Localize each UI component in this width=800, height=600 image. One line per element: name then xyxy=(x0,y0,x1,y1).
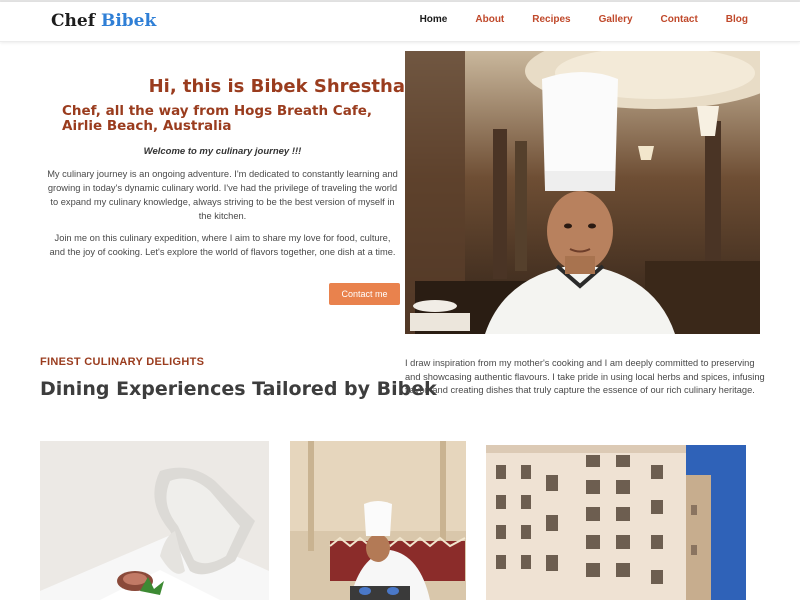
section-eyebrow: FINEST CULINARY DELIGHTS xyxy=(40,356,205,368)
hero-title: Hi, this is Bibek Shrestha xyxy=(148,76,405,97)
main-nav: Home About Recipes Gallery Contact Blog xyxy=(392,14,748,25)
nav-blog[interactable]: Blog xyxy=(726,14,748,25)
site-logo[interactable]: Chef Bibek xyxy=(51,11,156,31)
chef-cooking-image xyxy=(290,441,466,600)
nav-recipes[interactable]: Recipes xyxy=(532,14,570,25)
contact-me-button[interactable]: Contact me xyxy=(329,283,400,305)
logo-text-accent: Bibek xyxy=(100,11,157,31)
nav-gallery[interactable]: Gallery xyxy=(599,14,633,25)
intro-paragraph: My culinary journey is an ongoing advent… xyxy=(47,169,398,221)
section-description: I draw inspiration from my mother's cook… xyxy=(405,358,765,395)
hero-text: Hi, this is Bibek Shrestha Chef, all the… xyxy=(40,76,405,259)
nav-about[interactable]: About xyxy=(475,14,504,25)
site-header: Chef Bibek Home About Recipes Gallery Co… xyxy=(0,2,800,42)
nav-home[interactable]: Home xyxy=(420,14,448,25)
invite-paragraph: Join me on this culinary expedition, whe… xyxy=(49,233,396,257)
chef-portrait-image xyxy=(405,51,760,334)
welcome-text: Welcome to my culinary journey !!! xyxy=(143,146,302,157)
logo-text-primary: Chef xyxy=(51,11,96,31)
hotel-building-image xyxy=(486,445,746,600)
nav-contact[interactable]: Contact xyxy=(661,14,698,25)
hero-subtitle: Chef, all the way from Hogs Breath Cafe,… xyxy=(62,103,372,134)
section-title: Dining Experiences Tailored by Bibek xyxy=(40,378,437,400)
gloved-hand-plating-image xyxy=(40,441,269,600)
